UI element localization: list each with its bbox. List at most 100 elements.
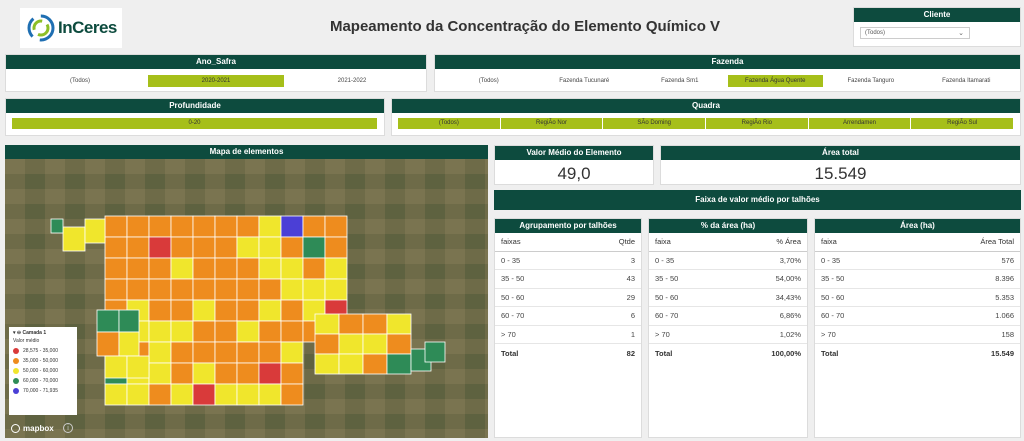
field-cell[interactable] [338, 333, 364, 355]
field-cell[interactable] [148, 383, 172, 406]
fazenda-option[interactable]: Fazenda Tucunaré [537, 75, 633, 87]
field-cell[interactable] [362, 353, 388, 375]
field-cell[interactable] [148, 362, 172, 385]
fazenda-option[interactable]: Fazenda Tanguro [823, 75, 919, 87]
field-cell[interactable] [192, 299, 216, 322]
table-row[interactable]: 60 - 70 6,86% [649, 306, 807, 326]
table-row[interactable]: 35 - 50 54,00% [649, 269, 807, 289]
field-cell[interactable] [214, 341, 238, 364]
field-cell[interactable] [214, 257, 238, 280]
field-cell[interactable] [280, 362, 304, 385]
field-cell[interactable] [104, 355, 128, 379]
field-cell[interactable] [236, 320, 260, 343]
field-cell[interactable] [280, 320, 304, 343]
field-cell[interactable] [314, 353, 340, 375]
element-map[interactable]: ▾ ⊖ Camada 1 Valor médio 28,575 - 35,000… [5, 159, 488, 438]
info-icon[interactable]: i [63, 423, 73, 433]
field-cell[interactable] [214, 215, 238, 238]
fazenda-option[interactable]: Fazenda Sm1 [632, 75, 728, 87]
field-cell[interactable] [148, 215, 172, 238]
field-cell[interactable] [126, 278, 150, 301]
field-cell[interactable] [258, 362, 282, 385]
field-cell[interactable] [236, 383, 260, 406]
field-cell[interactable] [280, 257, 304, 280]
field-cell[interactable] [236, 278, 260, 301]
field-cell[interactable] [170, 362, 194, 385]
field-cell[interactable] [170, 341, 194, 364]
ano-safra-option[interactable]: (Todos) [12, 75, 148, 87]
field-cell[interactable] [258, 383, 282, 406]
field-cell[interactable] [362, 313, 388, 335]
field-cell[interactable] [170, 257, 194, 280]
field-cell[interactable] [236, 341, 260, 364]
field-cell[interactable] [148, 278, 172, 301]
field-cell[interactable] [258, 341, 282, 364]
field-cell[interactable] [126, 215, 150, 238]
field-cell[interactable] [214, 278, 238, 301]
field-cell[interactable] [84, 218, 106, 244]
field-cell[interactable] [236, 236, 260, 259]
field-cell[interactable] [192, 383, 216, 406]
field-cell[interactable] [126, 236, 150, 259]
field-cell[interactable] [148, 236, 172, 259]
table-row[interactable]: 0 - 35 3 [495, 251, 641, 270]
field-cell[interactable] [126, 383, 150, 406]
field-cell[interactable] [324, 257, 348, 280]
field-cell[interactable] [302, 215, 326, 238]
field-cell[interactable] [324, 215, 348, 238]
field-cell[interactable] [258, 236, 282, 259]
field-cell[interactable] [280, 236, 304, 259]
table-row[interactable]: 60 - 70 1.066 [815, 306, 1020, 326]
field-cell[interactable] [148, 341, 172, 364]
table-row[interactable]: 0 - 35 3,70% [649, 251, 807, 270]
field-cell[interactable] [324, 278, 348, 301]
quadra-option[interactable]: Arrendamen [808, 118, 912, 129]
fazenda-option[interactable]: Fazenda Água Quente [727, 75, 823, 87]
field-cell[interactable] [314, 333, 340, 355]
field-cell[interactable] [170, 278, 194, 301]
field-cell[interactable] [280, 215, 304, 238]
field-cell[interactable] [386, 353, 412, 375]
field-cell[interactable] [104, 215, 128, 238]
field-cell[interactable] [192, 362, 216, 385]
ano-safra-option[interactable]: 2021-2022 [284, 75, 420, 87]
field-cell[interactable] [258, 320, 282, 343]
table-row[interactable]: 60 - 70 6 [495, 306, 641, 326]
field-cell[interactable] [214, 362, 238, 385]
field-cell[interactable] [148, 320, 172, 343]
field-cell[interactable] [148, 299, 172, 322]
field-cell[interactable] [214, 320, 238, 343]
table-row[interactable]: 0 - 35 576 [815, 251, 1020, 270]
field-cell[interactable] [302, 257, 326, 280]
map-canvas[interactable] [5, 159, 488, 438]
field-cell[interactable] [214, 383, 238, 406]
field-cell[interactable] [338, 353, 364, 375]
field-cell[interactable] [214, 236, 238, 259]
table-row[interactable]: > 70 158 [815, 325, 1020, 344]
field-cell[interactable] [324, 236, 348, 259]
field-cell[interactable] [362, 333, 388, 355]
field-cell[interactable] [118, 309, 140, 333]
table-row[interactable]: > 70 1,02% [649, 325, 807, 344]
field-cell[interactable] [258, 299, 282, 322]
field-cell[interactable] [280, 299, 304, 322]
field-cell[interactable] [302, 278, 326, 301]
field-cell[interactable] [126, 257, 150, 280]
field-cell[interactable] [236, 215, 260, 238]
ano-safra-option[interactable]: 2020-2021 [148, 75, 284, 87]
table-row[interactable]: 50 - 60 29 [495, 288, 641, 307]
field-cell[interactable] [118, 331, 140, 357]
table-row[interactable]: 35 - 50 8.396 [815, 269, 1020, 289]
field-cell[interactable] [280, 341, 304, 364]
field-cell[interactable] [258, 215, 282, 238]
field-cell[interactable] [314, 313, 340, 335]
field-cell[interactable] [236, 257, 260, 280]
field-cell[interactable] [258, 278, 282, 301]
field-cell[interactable] [258, 257, 282, 280]
field-cell[interactable] [104, 278, 128, 301]
field-cell[interactable] [424, 341, 446, 363]
field-cell[interactable] [192, 320, 216, 343]
field-cell[interactable] [302, 236, 326, 259]
field-cell[interactable] [386, 333, 412, 355]
field-cell[interactable] [192, 341, 216, 364]
